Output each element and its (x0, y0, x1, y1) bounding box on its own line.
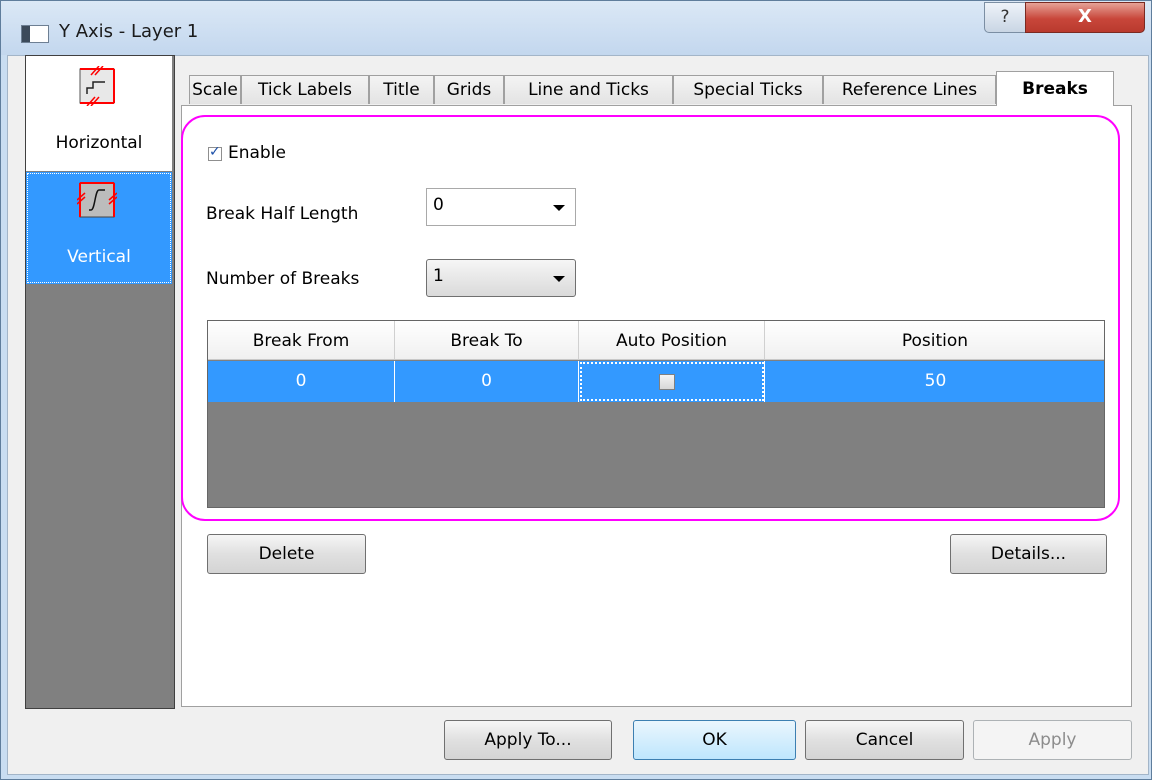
chevron-down-icon (553, 276, 565, 282)
column-header-break-to[interactable]: Break To (395, 321, 579, 360)
break-half-length-dropdown[interactable]: 0 (426, 188, 576, 226)
number-of-breaks-dropdown[interactable]: 1 (426, 259, 576, 297)
breaks-table: Break From Break To Auto Position Positi… (207, 320, 1105, 508)
cell-position[interactable]: 50 (765, 361, 1104, 402)
tab-special-ticks[interactable]: Special Ticks (673, 75, 823, 104)
cell-auto-position[interactable] (579, 361, 765, 402)
apply-button[interactable]: Apply (973, 720, 1132, 760)
break-half-length-value: 0 (433, 195, 444, 215)
details-button[interactable]: Details... (950, 534, 1107, 574)
break-half-length-label: Break Half Length (206, 204, 359, 224)
horizontal-break-icon (79, 66, 115, 106)
ok-button[interactable]: OK (633, 720, 796, 760)
tab-line-and-ticks[interactable]: Line and Ticks (504, 75, 673, 104)
chevron-down-icon (553, 205, 565, 211)
sidebar-item-vertical[interactable]: Vertical (26, 172, 172, 284)
enable-checkbox[interactable] (208, 144, 222, 161)
cell-break-from[interactable]: 0 (208, 361, 395, 402)
help-button[interactable]: ? (984, 2, 1026, 33)
tab-grids[interactable]: Grids (434, 75, 504, 104)
vertical-break-icon (77, 182, 117, 218)
apply-to-button[interactable]: Apply To... (444, 720, 612, 760)
sidebar-item-label: Horizontal (55, 133, 143, 153)
dialog-window: Y Axis - Layer 1 ? X Horizontal Vertical… (0, 0, 1152, 780)
column-header-auto-position[interactable]: Auto Position (579, 321, 765, 360)
sidebar-item-label: Vertical (67, 247, 131, 267)
number-of-breaks-value: 1 (433, 266, 444, 286)
tab-reference-lines[interactable]: Reference Lines (823, 75, 996, 104)
break-type-sidebar: Horizontal Vertical (25, 55, 175, 709)
app-icon (21, 25, 49, 43)
tab-title[interactable]: Title (369, 75, 434, 104)
tab-breaks[interactable]: Breaks (996, 71, 1114, 106)
auto-position-checkbox[interactable] (659, 374, 675, 390)
cell-break-to[interactable]: 0 (395, 361, 579, 402)
enable-label: Enable (228, 143, 286, 163)
cancel-button[interactable]: Cancel (805, 720, 964, 760)
sidebar-item-horizontal[interactable]: Horizontal (26, 56, 172, 171)
title-bar[interactable]: Y Axis - Layer 1 ? X (1, 1, 1151, 55)
number-of-breaks-label: Number of Breaks (206, 269, 360, 289)
column-header-position[interactable]: Position (765, 321, 1104, 360)
delete-button[interactable]: Delete (207, 534, 366, 574)
tab-scale[interactable]: Scale (189, 75, 241, 104)
tab-tick-labels[interactable]: Tick Labels (241, 75, 369, 104)
window-title: Y Axis - Layer 1 (59, 21, 199, 42)
close-button[interactable]: X (1025, 2, 1145, 33)
column-header-break-from[interactable]: Break From (208, 321, 395, 360)
